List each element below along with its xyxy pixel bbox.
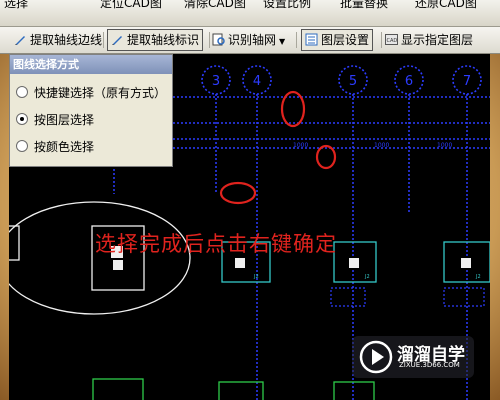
radio-button[interactable]: [16, 140, 28, 152]
show-layer-label: 显示指定图层: [401, 33, 474, 47]
watermark-url: ZIXUE.3D66.COM: [399, 361, 460, 369]
extract-label-label: 提取轴线标识: [127, 33, 200, 47]
axis-number-4: 4: [253, 74, 261, 89]
axis-number-7: 7: [463, 74, 471, 89]
option-shortcut-select[interactable]: 快捷键选择（原有方式）: [16, 84, 166, 101]
option-label: 按颜色选择: [34, 140, 95, 154]
dropdown-arrow-icon[interactable]: ▼: [279, 37, 285, 46]
extract-edge-button[interactable]: 提取轴线边线: [14, 30, 102, 50]
axis-number-6: 6: [405, 74, 413, 89]
dimension-text: 1000: [293, 142, 308, 149]
toolbar-separator: [209, 32, 210, 48]
show-layer-button[interactable]: CAD 显示指定图层: [385, 30, 473, 50]
cad-toolbar: 提取轴线边线 提取轴线标识 识别轴网 ▼ 图层设置 CAD 显示指定图层: [0, 27, 500, 54]
identify-grid-button[interactable]: 识别轴网 ▼: [212, 30, 285, 50]
highlight-ellipse: [219, 181, 257, 205]
toolbar-item-batch-replace[interactable]: 批量替换: [340, 0, 388, 13]
layer-settings-icon: [305, 33, 318, 46]
layer-settings-label: 图层设置: [321, 33, 370, 47]
option-label: 按图层选择: [34, 113, 95, 127]
pencil-icon: [15, 36, 25, 45]
identify-grid-label: 识别轴网: [228, 33, 277, 47]
panel-title: 图线选择方式: [10, 55, 172, 74]
svg-text:CAD: CAD: [387, 38, 398, 44]
radio-button[interactable]: [16, 86, 28, 98]
axis-number-5: 5: [349, 74, 357, 89]
instruction-text: 选择完成后点击右键确定: [95, 232, 337, 256]
toolbar-separator: [103, 32, 104, 48]
option-label: 快捷键选择（原有方式）: [34, 86, 167, 100]
option-layer-select[interactable]: 按图层选择: [16, 111, 94, 128]
toolbar-item-restore-cad[interactable]: 还原CAD图: [415, 0, 477, 13]
radio-button[interactable]: [16, 113, 28, 125]
identify-icon: [212, 33, 225, 46]
toolbar-item-locate-cad[interactable]: 定位CAD图: [100, 0, 162, 13]
toolbar-separator: [296, 32, 297, 48]
extract-edge-label: 提取轴线边线: [30, 33, 103, 47]
selection-ellipse: [9, 201, 191, 315]
axis-number-3: 3: [212, 74, 220, 89]
extract-label-button[interactable]: 提取轴线标识: [107, 29, 204, 51]
pencil-icon: [112, 36, 122, 45]
column-tag: J2: [253, 274, 259, 280]
play-logo-icon: [359, 340, 393, 374]
dimension-text: 1000: [437, 142, 452, 149]
column-tag: J2: [364, 274, 370, 280]
column-tag: J2: [475, 274, 481, 280]
watermark-logo: 溜溜自学 ZIXUE.3D66.COM: [352, 336, 474, 378]
option-color-select[interactable]: 按颜色选择: [16, 138, 94, 155]
highlight-ellipse: [315, 144, 337, 170]
cad-icon: CAD: [385, 34, 398, 45]
toolbar-item-set-scale[interactable]: 设置比例: [263, 0, 311, 13]
toolbar-item-clear-cad[interactable]: 清除CAD图: [184, 0, 246, 13]
top-toolbar: 选择 定位CAD图 清除CAD图 设置比例 批量替换 还原CAD图: [0, 0, 500, 27]
toolbar-item-select[interactable]: 选择: [4, 0, 28, 13]
layer-settings-button[interactable]: 图层设置: [301, 29, 374, 51]
toolbar-separator: [381, 32, 382, 48]
dimension-text: 1000: [374, 142, 389, 149]
line-selection-panel: 图线选择方式 快捷键选择（原有方式） 按图层选择 按颜色选择: [9, 54, 173, 167]
